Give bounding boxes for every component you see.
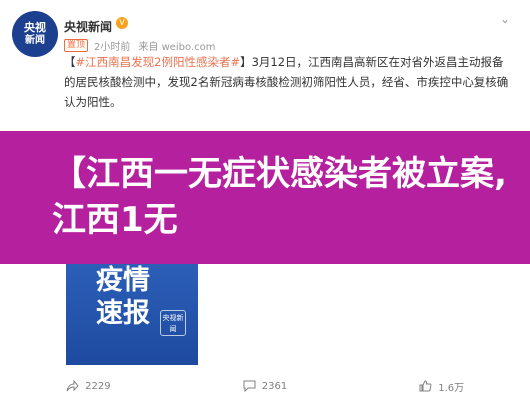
image-logo: 央视新闻: [160, 310, 186, 336]
comment-count: 2361: [261, 380, 288, 392]
comment-button[interactable]: 2361: [177, 372, 354, 400]
image-title: 疫情速报: [96, 265, 150, 329]
pinned-tag: 置顶: [64, 39, 89, 52]
avatar-subtext: 新闻: [25, 35, 45, 46]
thumbs-up-icon: [419, 380, 432, 392]
post-text: 【#江西南昌发现2例阳性感染者#】3月12日，江西南昌高新区在对省外返昌主动报备…: [64, 52, 514, 112]
avatar[interactable]: 央视 新闻: [12, 11, 58, 57]
verified-icon: V: [116, 17, 128, 29]
post-source: 来自 weibo.com: [138, 42, 216, 53]
action-bar: 2229 2361 1.6万: [0, 372, 530, 400]
like-button[interactable]: 1.6万: [353, 372, 530, 400]
share-icon: [66, 380, 79, 392]
overlay-banner: 【江西一无症状感染者被立案,江西1无: [0, 131, 530, 264]
post-meta: 置顶 2小时前 来自 weibo.com: [64, 38, 216, 53]
share-count: 2229: [85, 380, 111, 392]
account-name[interactable]: 央视新闻: [64, 18, 112, 35]
avatar-text: 央视: [24, 21, 46, 34]
share-button[interactable]: 2229: [0, 372, 177, 400]
post-header: 央视 新闻 央视新闻 V ⌄ 置顶 2小时前 来自 weibo.com: [0, 0, 530, 60]
overlay-headline: 【江西一无症状感染者被立案,江西1无: [52, 154, 507, 240]
comment-icon: [243, 380, 256, 392]
like-count: 1.6万: [438, 382, 465, 394]
topic-link[interactable]: #江西南昌发现2例阳性感染者#: [76, 55, 241, 69]
body-prefix: 【: [64, 55, 76, 69]
post-image[interactable]: 疫情速报 央视新闻: [66, 264, 198, 365]
post-time[interactable]: 2小时前: [94, 38, 130, 53]
chevron-down-icon[interactable]: ⌄: [500, 12, 510, 26]
